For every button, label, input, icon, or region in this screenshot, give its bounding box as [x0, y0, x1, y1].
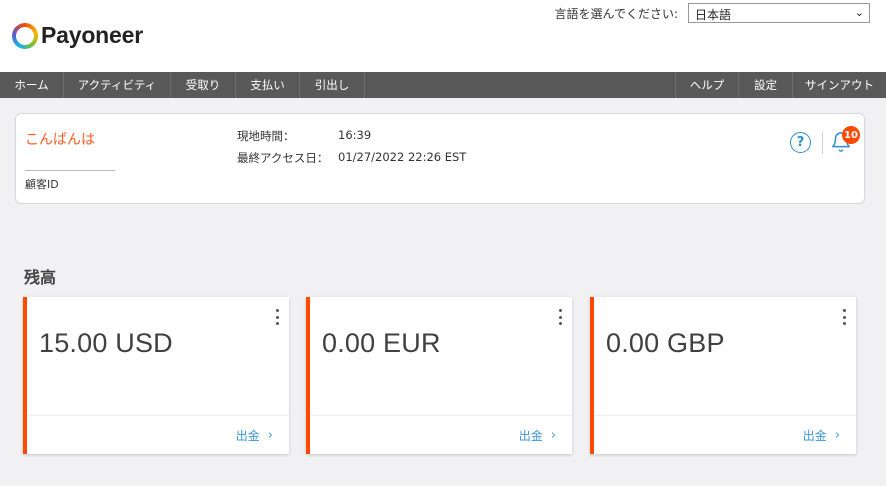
top-header: Payoneer 言語を選んでください: 日本語 ⌄: [0, 0, 886, 72]
language-select[interactable]: 日本語 ⌄: [688, 3, 870, 23]
nav-item-left-4[interactable]: 引出し: [300, 72, 365, 98]
chevron-down-icon: ⌄: [854, 6, 864, 19]
withdraw-label: 出金: [235, 429, 260, 443]
local-time-value: 16:39: [338, 128, 372, 142]
nav-item-right-1[interactable]: 設定: [738, 72, 792, 98]
main-nav: ホーム アクティビティ 受取り 支払い 引出し ヘルプ 設定 サインアウト: [0, 72, 886, 98]
notifications-button[interactable]: 10: [830, 126, 860, 155]
balance-card-eur: 0.00 EUR 出金 ›: [306, 297, 572, 454]
card-divider: [310, 415, 572, 416]
withdraw-label: 出金: [518, 429, 543, 443]
brand-name: Payoneer: [41, 22, 143, 48]
last-access-label: 最終アクセス日：: [237, 151, 329, 165]
name-underline: [25, 170, 115, 171]
balance-amount: 15.00 USD: [39, 328, 173, 358]
language-label: 言語を選んでください:: [554, 6, 678, 21]
balance-amount: 0.00 GBP: [606, 328, 725, 358]
card-divider: [594, 415, 856, 416]
customer-id-label: 顧客ID: [25, 178, 59, 191]
more-options-icon[interactable]: [841, 309, 847, 325]
last-access-value: 01/27/2022 22:26 EST: [338, 150, 467, 164]
balance-card-usd: 15.00 USD 出金 ›: [23, 297, 289, 454]
nav-item-right-2[interactable]: サインアウト: [792, 72, 886, 98]
withdraw-link[interactable]: 出金 ›: [519, 427, 556, 444]
chevron-right-icon: ›: [834, 428, 840, 443]
language-selected-value: 日本語: [695, 8, 732, 22]
balance-card-gbp: 0.00 GBP 出金 ›: [590, 297, 856, 454]
language-selector: 言語を選んでください: 日本語 ⌄: [555, 3, 870, 23]
nav-item-right-0[interactable]: ヘルプ: [675, 72, 738, 98]
nav-right-group: ヘルプ 設定 サインアウト: [675, 72, 886, 98]
nav-left-group: ホーム アクティビティ 受取り 支払い 引出し: [0, 72, 365, 98]
balances-title: 残高: [24, 268, 57, 287]
account-summary-card: こんばんは 顧客ID 現地時間： 16:39 最終アクセス日： 01/27/20…: [15, 113, 865, 204]
notification-badge: 10: [842, 126, 860, 144]
greeting-text: こんばんは: [25, 132, 95, 148]
icon-separator: [822, 132, 823, 154]
more-options-icon[interactable]: [274, 309, 280, 325]
nav-item-left-2[interactable]: 受取り: [171, 72, 236, 98]
nav-item-left-0[interactable]: ホーム: [0, 72, 64, 98]
help-icon[interactable]: ?: [790, 132, 811, 153]
logo-ring-icon: [12, 22, 38, 49]
more-options-icon[interactable]: [557, 309, 563, 325]
card-divider: [27, 415, 289, 416]
withdraw-label: 出金: [802, 429, 827, 443]
local-time-label: 現地時間：: [237, 129, 295, 143]
chevron-right-icon: ›: [550, 428, 556, 443]
withdraw-link[interactable]: 出金 ›: [236, 427, 273, 444]
withdraw-link[interactable]: 出金 ›: [803, 427, 840, 444]
balance-amount: 0.00 EUR: [322, 328, 441, 358]
nav-item-left-3[interactable]: 支払い: [236, 72, 300, 98]
chevron-right-icon: ›: [267, 428, 273, 443]
nav-item-left-1[interactable]: アクティビティ: [64, 72, 171, 98]
payoneer-logo[interactable]: Payoneer: [12, 22, 143, 49]
